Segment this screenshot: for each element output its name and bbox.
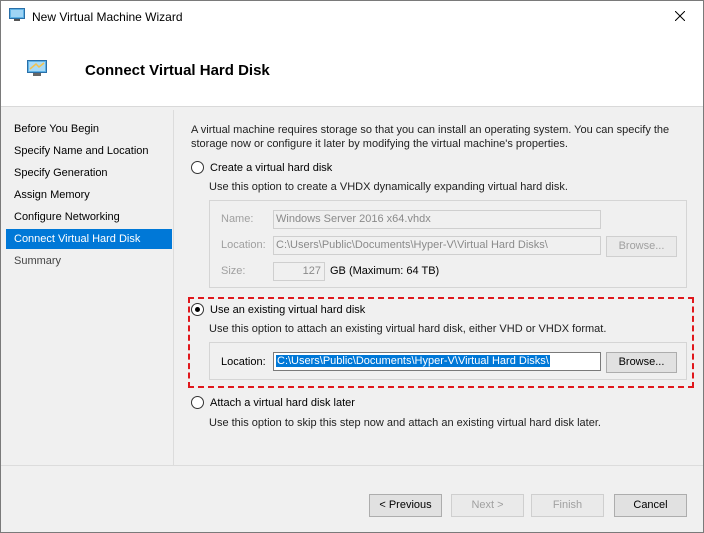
nav-item-assign-memory[interactable]: Assign Memory — [6, 185, 172, 205]
previous-button[interactable]: < Previous — [369, 494, 442, 517]
wizard-header: Connect Virtual Hard Disk — [1, 31, 703, 107]
existing-vhd-radio[interactable] — [191, 303, 204, 316]
name-input[interactable]: Windows Server 2016 x64.vhdx — [273, 210, 601, 229]
existing-vhd-description: Use this option to attach an existing vi… — [209, 323, 607, 335]
create-vhd-label: Create a virtual hard disk — [210, 161, 333, 174]
window-title: New Virtual Machine Wizard — [32, 10, 183, 24]
existing-location-label: Location: — [221, 356, 266, 368]
finish-button[interactable]: Finish — [531, 494, 604, 517]
close-icon — [675, 11, 685, 21]
attach-later-description: Use this option to skip this step now an… — [209, 417, 601, 429]
nav-item-configure-networking[interactable]: Configure Networking — [6, 207, 172, 227]
create-location-input[interactable]: C:\Users\Public\Documents\Hyper-V\Virtua… — [273, 236, 601, 255]
virtual-disk-icon — [27, 60, 47, 76]
create-location-label: Location: — [221, 239, 266, 251]
page-title: Connect Virtual Hard Disk — [85, 62, 270, 79]
size-suffix: GB (Maximum: 64 TB) — [330, 265, 440, 277]
wizard-window: New Virtual Machine Wizard Connect Virtu… — [0, 0, 704, 533]
nav-item-specify-name-location[interactable]: Specify Name and Location — [6, 141, 172, 161]
title-bar: New Virtual Machine Wizard — [1, 1, 703, 31]
next-button[interactable]: Next > — [451, 494, 524, 517]
existing-location-value: C:\Users\Public\Documents\Hyper-V\Virtua… — [276, 355, 550, 367]
close-button[interactable] — [657, 1, 703, 31]
footer-separator — [1, 465, 703, 466]
attach-later-label: Attach a virtual hard disk later — [210, 396, 355, 409]
existing-vhd-group: Location: C:\Users\Public\Documents\Hype… — [209, 342, 687, 380]
nav-item-before-you-begin[interactable]: Before You Begin — [6, 119, 172, 139]
nav-divider — [173, 110, 174, 465]
wizard-steps-nav: Before You Begin Specify Name and Locati… — [1, 108, 177, 465]
create-vhd-group: Name: Windows Server 2016 x64.vhdx Locat… — [209, 200, 687, 288]
create-vhd-description: Use this option to create a VHDX dynamic… — [209, 181, 568, 193]
page-description: A virtual machine requires storage so th… — [191, 124, 670, 150]
vm-app-icon — [9, 8, 25, 21]
existing-vhd-option[interactable]: Use an existing virtual hard disk — [191, 303, 365, 316]
nav-item-summary[interactable]: Summary — [6, 251, 172, 271]
existing-browse-button[interactable]: Browse... — [606, 352, 677, 373]
cancel-button[interactable]: Cancel — [614, 494, 687, 517]
create-vhd-option[interactable]: Create a virtual hard disk — [191, 161, 332, 174]
size-input[interactable]: 127 — [273, 262, 325, 281]
attach-later-radio[interactable] — [191, 396, 204, 409]
nav-item-specify-generation[interactable]: Specify Generation — [6, 163, 172, 183]
size-label: Size: — [221, 265, 246, 277]
nav-item-connect-vhd[interactable]: Connect Virtual Hard Disk — [6, 229, 172, 249]
attach-later-option[interactable]: Attach a virtual hard disk later — [191, 396, 355, 409]
create-vhd-radio[interactable] — [191, 161, 204, 174]
existing-location-input[interactable]: C:\Users\Public\Documents\Hyper-V\Virtua… — [273, 352, 601, 371]
create-browse-button[interactable]: Browse... — [606, 236, 677, 257]
existing-vhd-label: Use an existing virtual hard disk — [210, 303, 366, 316]
name-label: Name: — [221, 213, 254, 225]
